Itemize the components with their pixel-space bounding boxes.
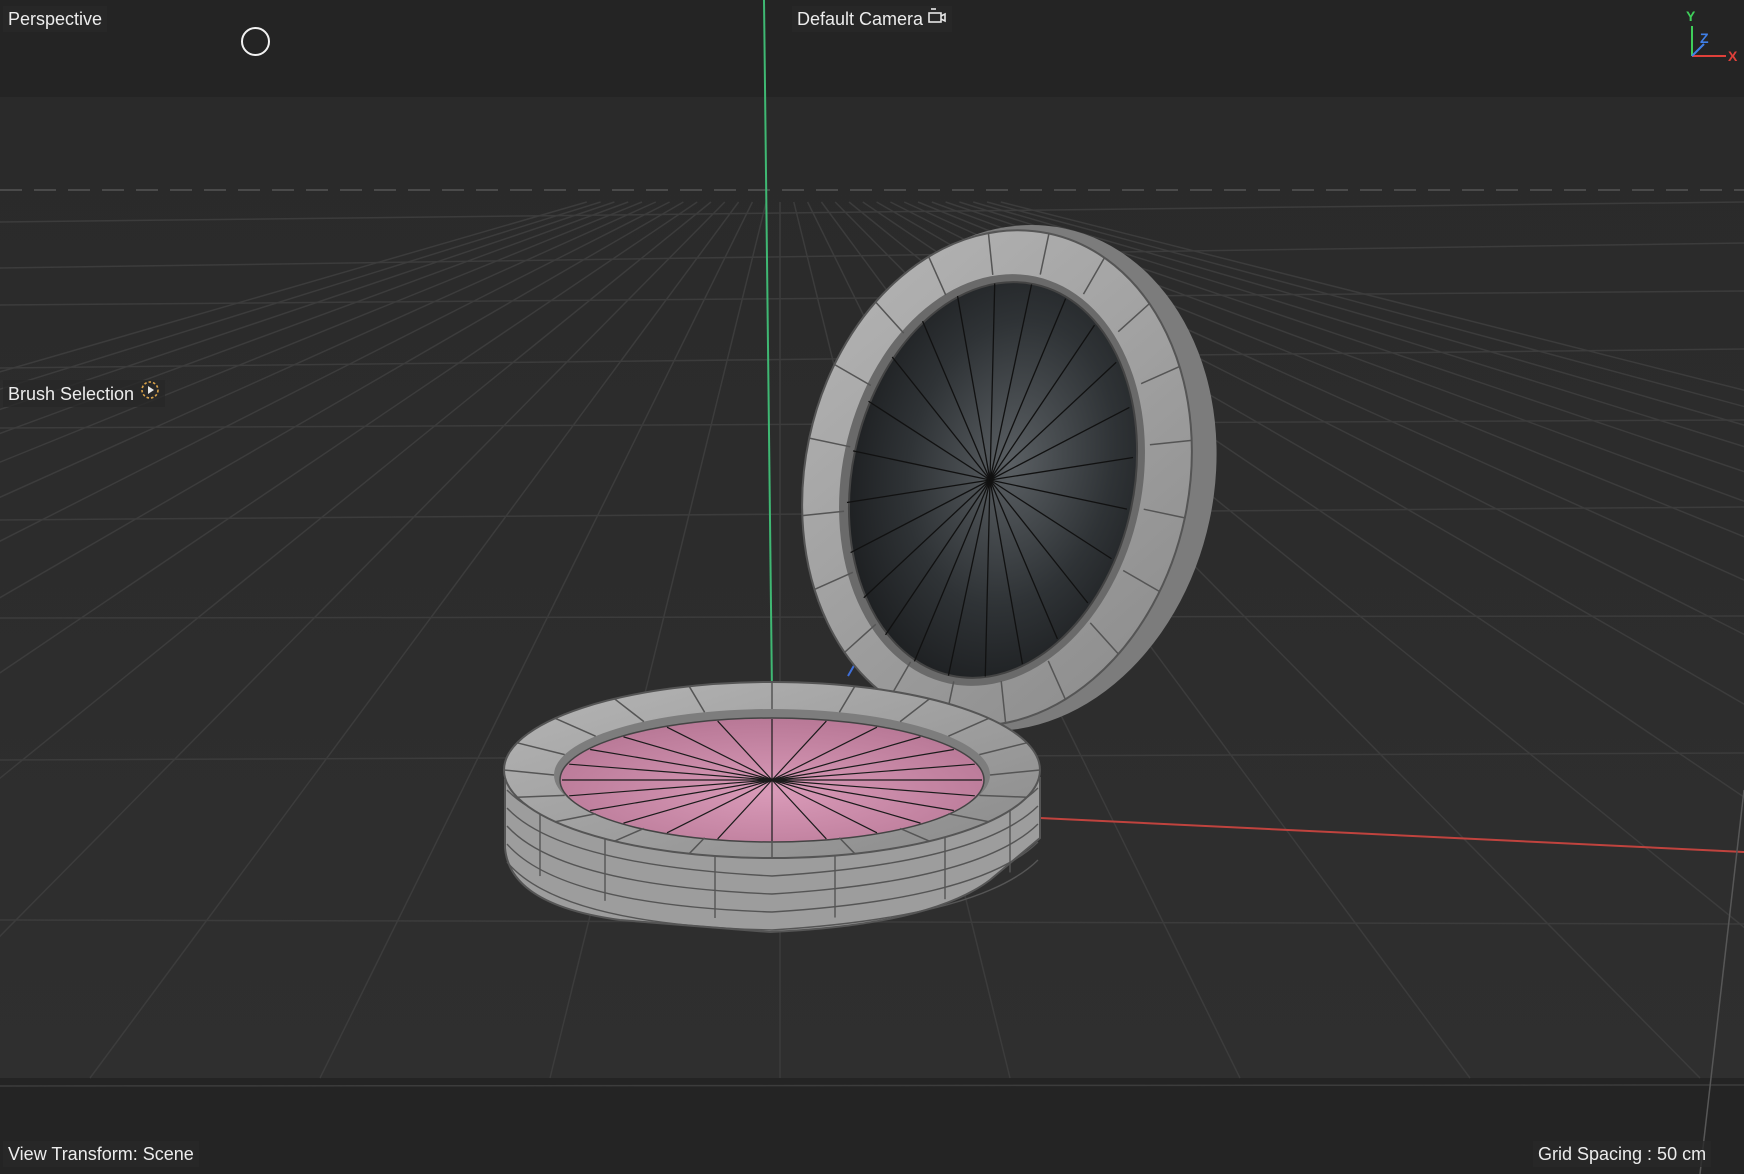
tool-label-text: Brush Selection: [8, 383, 135, 404]
brush-selection-icon[interactable]: [140, 380, 160, 407]
view-name-label[interactable]: Perspective: [3, 6, 108, 32]
camera-label[interactable]: Default Camera: [792, 6, 953, 32]
axis-gizmo[interactable]: Y Z X: [1678, 8, 1740, 64]
grid-spacing-label: Grid Spacing : 50 cm: [1533, 1141, 1712, 1167]
axis-y-label: Y: [1686, 8, 1696, 24]
axis-z-label: Z: [1700, 30, 1709, 46]
view-transform-text: View Transform: Scene: [8, 1144, 194, 1164]
3d-viewport[interactable]: Perspective Default Camera Brush Selecti…: [0, 0, 1744, 1174]
view-transform-label[interactable]: View Transform: Scene: [3, 1141, 199, 1167]
tool-label[interactable]: Brush Selection: [3, 380, 166, 407]
viewport-bottom-band: [0, 1078, 1744, 1174]
grid-spacing-text: Grid Spacing : 50 cm: [1538, 1144, 1707, 1164]
brush-cursor-icon: [241, 27, 270, 56]
view-name-text: Perspective: [8, 9, 103, 29]
viewport-scene[interactable]: [0, 0, 1744, 1174]
compact-base[interactable]: [503, 681, 1041, 934]
camera-icon[interactable]: [927, 6, 947, 32]
axis-x-label: X: [1728, 48, 1738, 64]
camera-label-text: Default Camera: [797, 9, 924, 29]
